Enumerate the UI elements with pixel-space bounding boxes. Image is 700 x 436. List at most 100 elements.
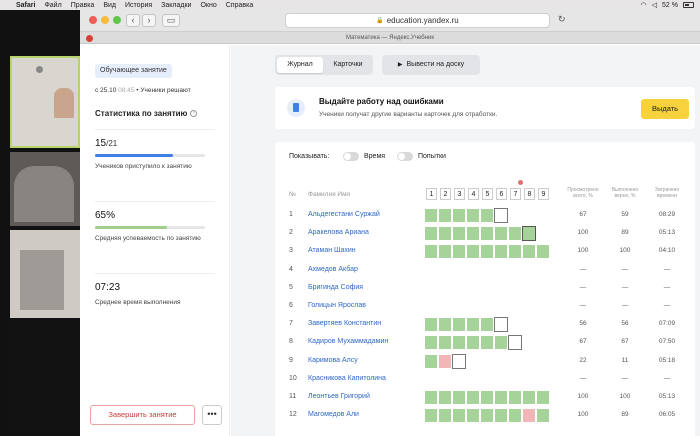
address-bar[interactable]: 🔒 education.yandex.ru xyxy=(285,13,550,28)
answer-cell[interactable] xyxy=(452,408,466,424)
menu-history[interactable]: История xyxy=(125,2,152,9)
answer-cell[interactable] xyxy=(466,244,480,260)
answer-cell[interactable] xyxy=(494,335,508,351)
answer-cell[interactable] xyxy=(424,390,438,405)
answer-cell[interactable] xyxy=(466,408,480,424)
close-window-button[interactable] xyxy=(89,16,97,24)
answer-cell[interactable] xyxy=(466,226,480,242)
student-name-link[interactable]: Атаман Шахин xyxy=(308,247,356,254)
answer-cell[interactable] xyxy=(466,335,480,351)
back-button[interactable]: ‹ xyxy=(126,14,140,27)
question-header[interactable]: 5 xyxy=(482,188,493,200)
menu-help[interactable]: Справка xyxy=(226,2,253,9)
answer-cell[interactable] xyxy=(452,244,466,260)
time-toggle[interactable] xyxy=(343,152,359,161)
question-header[interactable]: 2 xyxy=(440,188,451,200)
info-icon[interactable]: i xyxy=(190,110,198,118)
answer-cell[interactable] xyxy=(508,408,522,424)
question-header[interactable]: 7 xyxy=(510,188,521,200)
answer-cell[interactable] xyxy=(438,244,452,260)
answer-cell[interactable] xyxy=(466,208,480,223)
sidebar-toggle-icon[interactable]: ▭ xyxy=(162,14,180,27)
menu-window[interactable]: Окно xyxy=(200,2,216,9)
question-header[interactable]: 1 xyxy=(426,188,437,200)
menu-edit[interactable]: Правка xyxy=(71,2,95,9)
question-header[interactable]: 8 xyxy=(524,188,535,200)
answer-cell[interactable] xyxy=(480,408,494,424)
battery-icon[interactable] xyxy=(683,2,694,8)
forward-button[interactable]: › xyxy=(142,14,156,27)
answer-cell[interactable] xyxy=(480,390,494,405)
question-header[interactable]: 3 xyxy=(454,188,465,200)
answer-cell[interactable] xyxy=(438,408,452,424)
menu-safari[interactable]: Safari xyxy=(16,2,35,9)
answer-cell[interactable] xyxy=(438,390,452,405)
answer-cell[interactable] xyxy=(480,244,494,260)
answer-cell[interactable] xyxy=(508,226,522,242)
column-correct[interactable]: Выполнено верно, % xyxy=(605,187,645,199)
tab-title[interactable]: Математика — Яндекс.Учебник xyxy=(346,35,434,41)
answer-cell[interactable] xyxy=(522,390,536,405)
student-name-link[interactable]: Кадиров Мухаммадамин xyxy=(308,338,388,345)
answer-cell[interactable] xyxy=(522,226,536,242)
answer-cell[interactable] xyxy=(424,208,438,223)
show-on-board-button[interactable]: ▶ Вывести на доску xyxy=(382,55,480,75)
answer-cell[interactable] xyxy=(438,353,452,369)
menu-bookmarks[interactable]: Закладки xyxy=(161,2,191,9)
column-name[interactable]: Фамилия Имя xyxy=(308,191,350,198)
tab-cards[interactable]: Карточки xyxy=(325,57,371,73)
reload-icon[interactable]: ↻ xyxy=(558,14,566,25)
answer-cell[interactable] xyxy=(438,208,452,223)
answer-cell[interactable] xyxy=(466,317,480,333)
question-header[interactable]: 9 xyxy=(538,188,549,200)
student-name-link[interactable]: Голицын Ярослав xyxy=(308,302,366,309)
zoom-window-button[interactable] xyxy=(113,16,121,24)
minimize-window-button[interactable] xyxy=(101,16,109,24)
student-name-link[interactable]: Бригинда София xyxy=(308,284,363,291)
answer-cell[interactable] xyxy=(508,390,522,405)
answer-cell[interactable] xyxy=(452,390,466,405)
answer-cell[interactable] xyxy=(452,226,466,242)
answer-cell[interactable] xyxy=(480,226,494,242)
column-time[interactable]: Затрачено времени xyxy=(647,187,687,199)
answer-cell[interactable] xyxy=(480,317,494,333)
answer-cell[interactable] xyxy=(424,335,438,351)
student-name-link[interactable]: Альдегестани Суржай xyxy=(308,211,380,218)
answer-cell[interactable] xyxy=(466,390,480,405)
answer-cell[interactable] xyxy=(536,408,550,424)
column-viewed[interactable]: Просмотрено всего, % xyxy=(563,187,603,199)
finish-lesson-button[interactable]: Завершить занятие xyxy=(90,405,195,425)
answer-cell[interactable] xyxy=(424,244,438,260)
answer-cell[interactable] xyxy=(424,226,438,242)
answer-cell[interactable] xyxy=(452,208,466,223)
answer-cell[interactable] xyxy=(494,408,508,424)
student-name-link[interactable]: Ахмедов Акбар xyxy=(308,266,358,273)
answer-cell[interactable] xyxy=(536,244,550,260)
answer-cell[interactable] xyxy=(438,226,452,242)
answer-cell[interactable] xyxy=(494,208,508,223)
answer-cell[interactable] xyxy=(452,353,466,369)
volume-icon[interactable]: ◁ xyxy=(652,1,657,9)
answer-cell[interactable] xyxy=(452,335,466,351)
question-header[interactable]: 4 xyxy=(468,188,479,200)
answer-cell[interactable] xyxy=(508,335,522,351)
video-tile[interactable] xyxy=(10,56,80,148)
answer-cell[interactable] xyxy=(522,408,536,424)
answer-cell[interactable] xyxy=(522,244,536,260)
student-name-link[interactable]: Завертяев Константин xyxy=(308,320,381,327)
menu-view[interactable]: Вид xyxy=(103,2,116,9)
menu-file[interactable]: Файл xyxy=(44,2,61,9)
answer-cell[interactable] xyxy=(494,317,508,333)
answer-cell[interactable] xyxy=(494,226,508,242)
student-name-link[interactable]: Каримова Алсу xyxy=(308,357,358,364)
more-options-button[interactable]: ••• xyxy=(202,405,222,425)
answer-cell[interactable] xyxy=(452,317,466,333)
student-name-link[interactable]: Красникова Капитолина xyxy=(308,375,386,382)
issue-button[interactable]: Выдать xyxy=(641,99,689,119)
answer-cell[interactable] xyxy=(480,208,494,223)
attempts-toggle[interactable] xyxy=(397,152,413,161)
answer-cell[interactable] xyxy=(536,390,550,405)
wifi-icon[interactable]: ◠ xyxy=(641,1,647,9)
answer-cell[interactable] xyxy=(508,244,522,260)
student-name-link[interactable]: Леонтьев Григорий xyxy=(308,393,370,400)
